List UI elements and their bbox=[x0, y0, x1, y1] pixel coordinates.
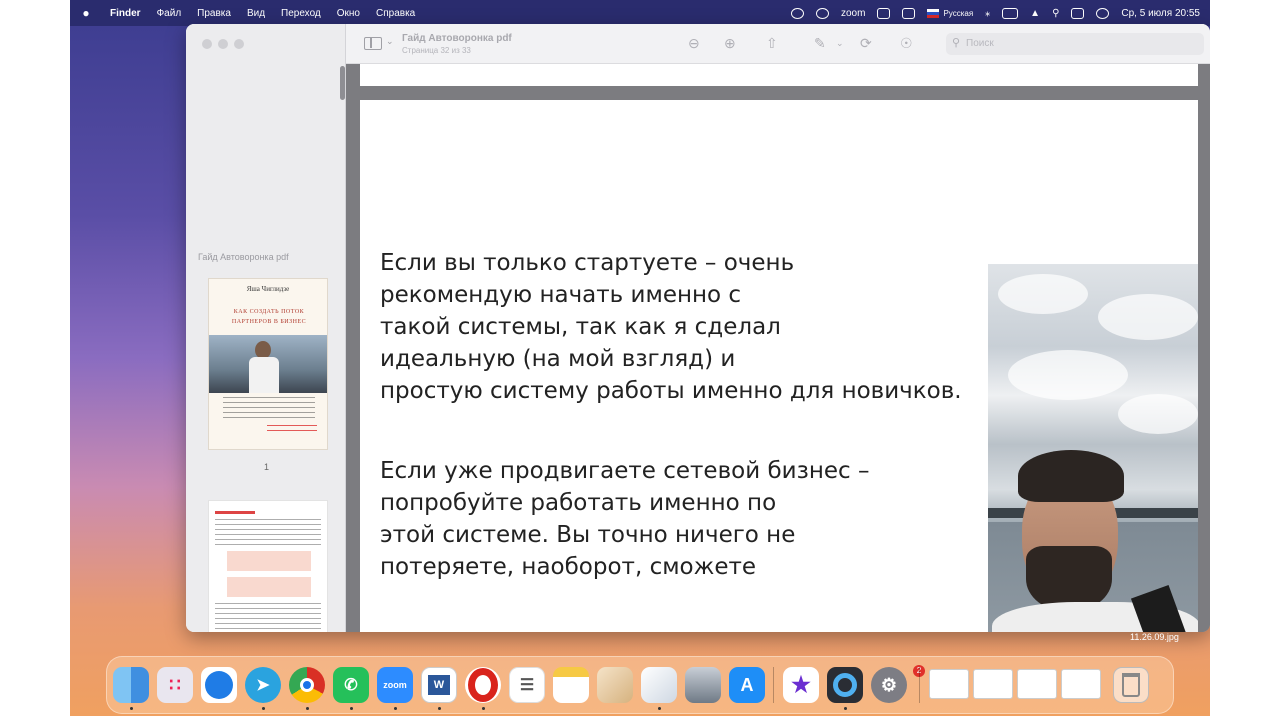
language-label: Русская bbox=[943, 8, 974, 18]
siri-icon[interactable] bbox=[1096, 7, 1110, 19]
whatsapp-icon[interactable]: ✆ bbox=[333, 667, 369, 703]
menu-help[interactable]: Справка bbox=[376, 8, 415, 19]
thumbnail-author: Яша Чиглидзе bbox=[246, 285, 290, 293]
document-page: Если вы только стартуете – очень рекомен… bbox=[360, 100, 1198, 632]
wifi-icon[interactable]: ▲ bbox=[1030, 8, 1040, 19]
record-icon[interactable] bbox=[791, 7, 804, 19]
page-thumbnail-1[interactable]: Яша Чиглидзе КАК СОЗДАТЬ ПОТОК ПАРТНЕРОВ… bbox=[208, 278, 328, 450]
app-store-icon[interactable]: A bbox=[729, 667, 765, 703]
minimized-window-3[interactable] bbox=[1017, 669, 1057, 699]
zoom-dock-label: zoom bbox=[383, 680, 407, 690]
text-line: Если уже продвигаете сетевой бизнес – bbox=[380, 458, 870, 484]
page-scrollbar[interactable] bbox=[1198, 64, 1210, 632]
image-capture-icon[interactable] bbox=[685, 667, 721, 703]
translate-icon[interactable] bbox=[816, 7, 829, 19]
screen: ● Finder Файл Правка Вид Переход Окно Сп… bbox=[70, 0, 1210, 716]
language-indicator[interactable]: Русская bbox=[927, 8, 974, 18]
text-line: такой системы, так как я сделал bbox=[380, 314, 781, 340]
trash-icon[interactable] bbox=[1113, 667, 1149, 703]
minimized-window-4[interactable] bbox=[1061, 669, 1101, 699]
minimized-window-1[interactable] bbox=[929, 669, 969, 699]
menu-file[interactable]: Файл bbox=[157, 8, 182, 19]
close-window-button[interactable] bbox=[202, 39, 212, 49]
word-dock-label: W bbox=[427, 675, 451, 695]
menu-finder[interactable]: Finder bbox=[110, 8, 141, 19]
thumbnail-red-lines bbox=[267, 425, 317, 435]
markup-menu-chevron-icon[interactable]: ⌄ bbox=[836, 35, 844, 51]
author-photo bbox=[988, 264, 1198, 632]
minimize-window-button[interactable] bbox=[218, 39, 228, 49]
menu-view[interactable]: Вид bbox=[247, 8, 265, 19]
sidebar-document-title: Гайд Автоворонка pdf bbox=[198, 252, 289, 262]
menu-go[interactable]: Переход bbox=[281, 8, 321, 19]
control-center-icon[interactable] bbox=[1071, 7, 1085, 19]
reminders-icon[interactable]: ☰ bbox=[509, 667, 545, 703]
page-thumbnail-2[interactable] bbox=[208, 500, 328, 632]
menu-window[interactable]: Окно bbox=[337, 8, 360, 19]
battery-icon[interactable] bbox=[1002, 7, 1019, 19]
text-line: потеряете, наоборот, сможете bbox=[380, 554, 757, 580]
preview-icon[interactable] bbox=[641, 667, 677, 703]
zoom-icon[interactable]: zoom bbox=[377, 667, 413, 703]
spotlight-icon[interactable]: ⚲ bbox=[1052, 8, 1059, 19]
text-line: простую систему работы именно для новичк… bbox=[380, 378, 962, 404]
files-icon[interactable] bbox=[597, 667, 633, 703]
minimized-window-2[interactable] bbox=[973, 669, 1013, 699]
mission-control-icon[interactable] bbox=[902, 7, 916, 19]
finder-icon[interactable] bbox=[113, 667, 149, 703]
screenshot-filename: 11.26.09.jpg bbox=[1130, 632, 1179, 642]
text-line: Если вы только стартуете – очень bbox=[380, 250, 795, 276]
telegram-icon[interactable]: ➤ bbox=[245, 667, 281, 703]
word-icon[interactable]: W bbox=[421, 667, 457, 703]
shield-icon[interactable] bbox=[877, 7, 891, 19]
system-settings-icon[interactable]: ⚙ bbox=[871, 667, 907, 703]
russian-flag-icon bbox=[927, 8, 940, 18]
sidebar-scrollbar[interactable] bbox=[340, 66, 345, 100]
chevron-down-icon[interactable]: ⌄ bbox=[386, 36, 394, 47]
page-number-1: 1 bbox=[264, 462, 270, 472]
search-field[interactable]: ⚲ Поиск bbox=[946, 33, 1204, 55]
notes-icon[interactable] bbox=[553, 667, 589, 703]
share-icon[interactable]: ⇧ bbox=[766, 35, 778, 51]
launchpad-icon[interactable]: ∷ bbox=[157, 667, 193, 703]
thumbnail-heading: КАК СОЗДАТЬ ПОТОК ПАРТНЕРОВ В БИЗНЕС bbox=[231, 309, 307, 325]
thumbnail-photo bbox=[209, 335, 327, 393]
rotate-icon[interactable]: ⟳ bbox=[860, 35, 872, 51]
imovie-icon[interactable]: ★ bbox=[783, 667, 819, 703]
text-line: рекомендую начать именно с bbox=[380, 282, 742, 308]
apple-icon[interactable]: ● bbox=[80, 6, 92, 20]
page-body-text: Если вы только стартуете – очень рекомен… bbox=[380, 247, 1000, 583]
quicktime-icon[interactable] bbox=[827, 667, 863, 703]
preview-window: Гайд Автоворонка pdf Яша Чиглидзе КАК СО… bbox=[186, 24, 1210, 632]
safari-icon[interactable] bbox=[201, 667, 237, 703]
text-line: попробуйте работать именно по bbox=[380, 490, 777, 516]
clock[interactable]: Ср, 5 июля 20:55 bbox=[1121, 8, 1200, 19]
bluetooth-icon[interactable]: ⁎ bbox=[985, 8, 990, 19]
zoom-status[interactable]: zoom bbox=[841, 8, 865, 19]
opera-icon[interactable] bbox=[465, 667, 501, 703]
previous-page-edge bbox=[360, 64, 1198, 86]
zoom-in-icon[interactable]: ⊕ bbox=[724, 35, 736, 51]
document-view[interactable]: Если вы только стартуете – очень рекомен… bbox=[346, 64, 1210, 632]
markup-circle-icon[interactable]: ☉ bbox=[900, 35, 913, 51]
document-title: Гайд Автоворонка pdf bbox=[402, 33, 512, 44]
zoom-window-button[interactable] bbox=[234, 39, 244, 49]
thumbnail-text-lines bbox=[223, 397, 315, 419]
menubar: ● Finder Файл Правка Вид Переход Окно Сп… bbox=[70, 0, 1210, 26]
thumbnail-sidebar: Гайд Автоворонка pdf Яша Чиглидзе КАК СО… bbox=[186, 24, 346, 632]
status-area: zoom Русская ⁎ ▲ ⚲ Ср, 5 июля 20:55 bbox=[791, 7, 1200, 19]
chrome-icon[interactable] bbox=[289, 667, 325, 703]
text-line: этой системе. Вы точно ничего не bbox=[380, 522, 796, 548]
dock: ∷ ➤ ✆ zoom W ☰ A ★ ⚙ 2 bbox=[106, 656, 1174, 714]
sidebar-toggle-icon[interactable] bbox=[364, 37, 382, 50]
markup-pen-icon[interactable]: ✎ bbox=[814, 35, 826, 51]
search-placeholder: Поиск bbox=[966, 38, 994, 49]
toolbar: ⌄ Гайд Автоворонка pdf Страница 32 из 33… bbox=[346, 24, 1210, 64]
document-page-indicator: Страница 32 из 33 bbox=[402, 46, 471, 55]
search-icon: ⚲ bbox=[952, 37, 961, 49]
zoom-out-icon[interactable]: ⊖ bbox=[688, 35, 700, 51]
menu-edit[interactable]: Правка bbox=[197, 8, 231, 19]
text-line: идеальную (на мой взгляд) и bbox=[380, 346, 736, 372]
